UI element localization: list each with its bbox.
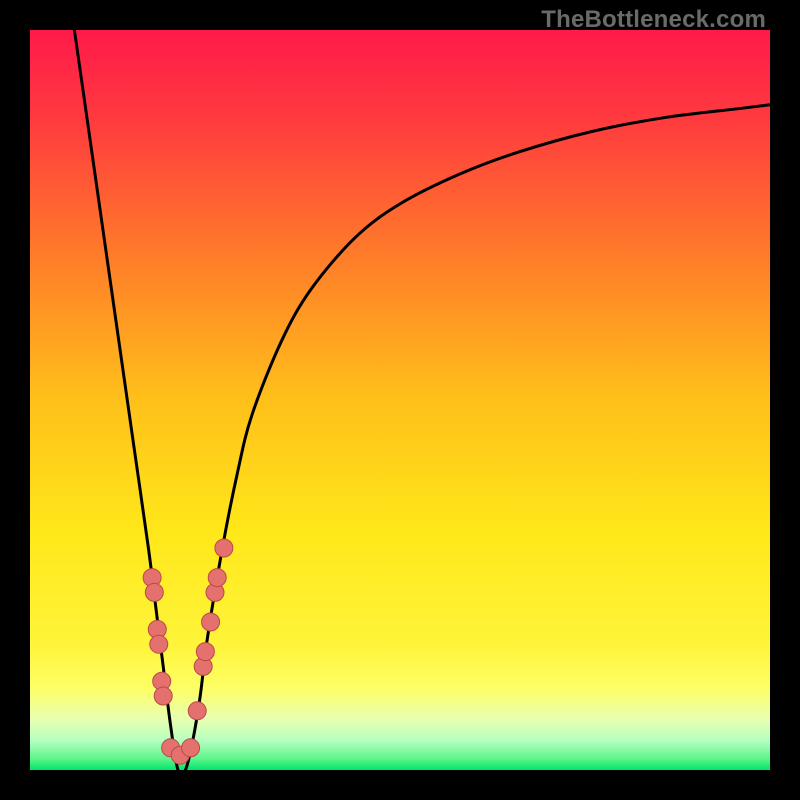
chart-frame: TheBottleneck.com [0,0,800,800]
data-marker [215,539,233,557]
bottleneck-curve [74,30,770,770]
data-marker [182,739,200,757]
data-marker [188,702,206,720]
data-marker [196,643,214,661]
data-marker [208,569,226,587]
plot-area [30,30,770,770]
data-marker [145,583,163,601]
watermark-text: TheBottleneck.com [541,6,766,34]
data-marker [150,635,168,653]
data-marker [202,613,220,631]
curve-layer [30,30,770,770]
data-marker [154,687,172,705]
data-markers [143,539,233,764]
